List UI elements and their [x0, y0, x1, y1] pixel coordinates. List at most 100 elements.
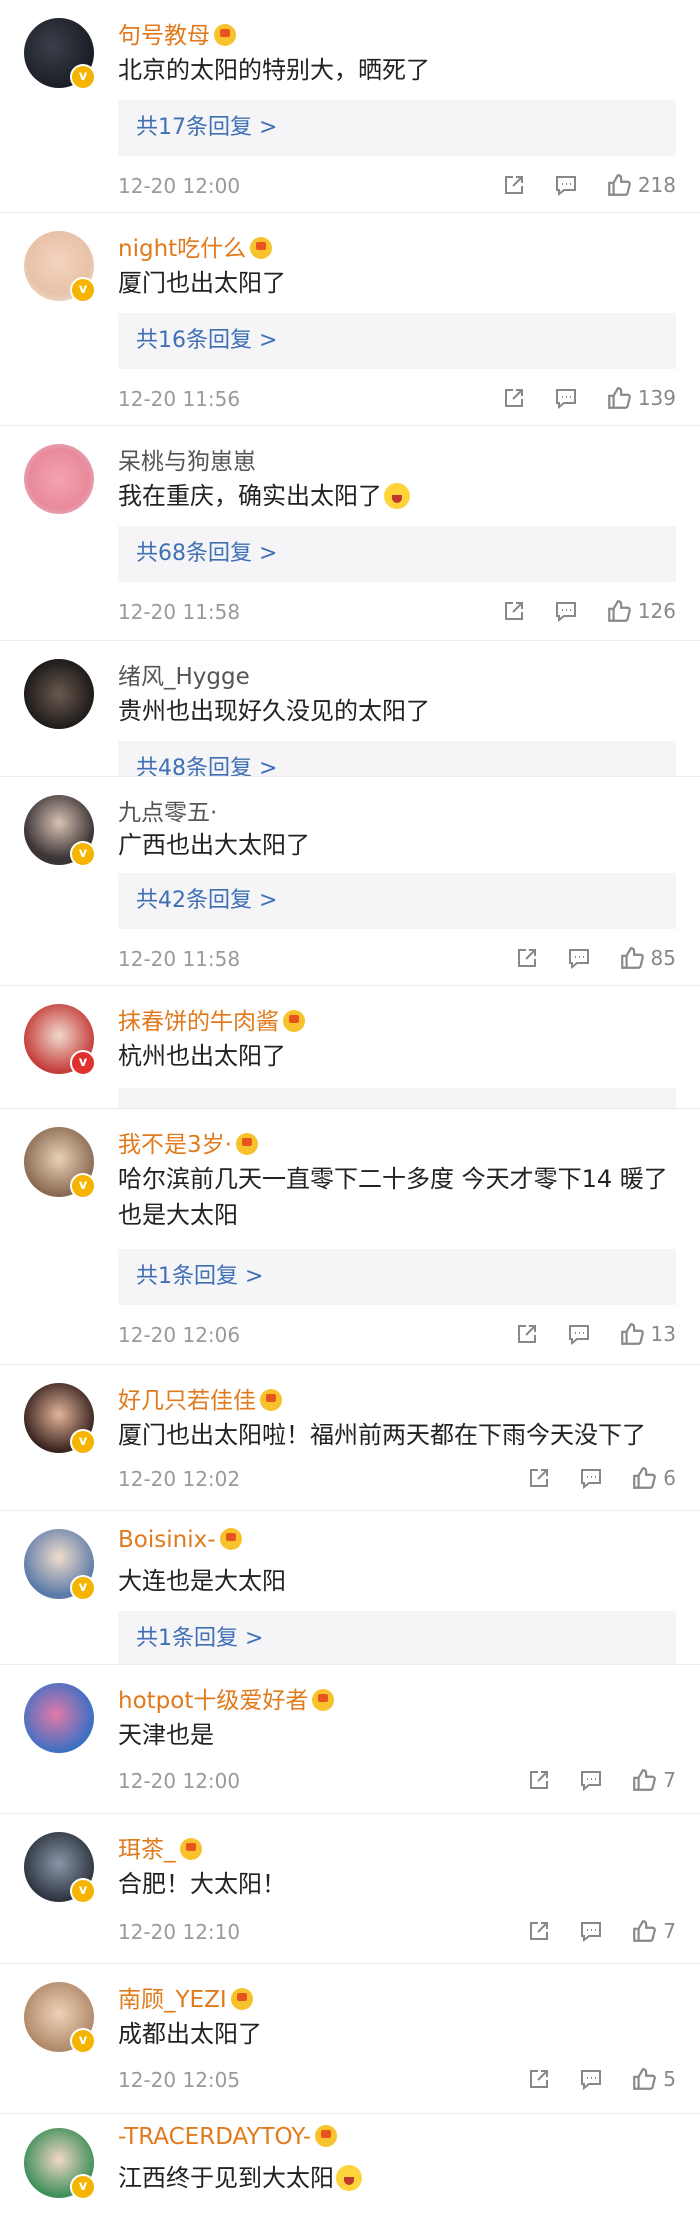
avatar[interactable]: [24, 444, 94, 514]
verified-badge-icon: v: [70, 2174, 96, 2200]
avatar[interactable]: v: [24, 1004, 96, 1076]
username[interactable]: 句号教母: [118, 16, 236, 50]
fan-medal-icon: [260, 1389, 282, 1411]
like-button[interactable]: 13: [619, 1321, 676, 1347]
comment-text: 广西也出大太阳了: [118, 831, 310, 859]
view-replies-button[interactable]: 共68条回复 >: [118, 526, 676, 582]
verified-badge-icon: v: [70, 1878, 96, 1904]
verified-badge-icon: v: [70, 1173, 96, 1199]
avatar[interactable]: [24, 659, 94, 729]
share-button[interactable]: [515, 946, 539, 970]
view-replies-button[interactable]: 共1条回复 >: [118, 1249, 676, 1305]
comment-item: v 南顾_YEZI 成都出太阳了 12-20 12:05 5: [0, 1964, 700, 2114]
comment-button[interactable]: [579, 1466, 603, 1490]
share-button[interactable]: [527, 1768, 551, 1792]
username[interactable]: 好几只若佳佳: [118, 1381, 282, 1415]
share-icon: [517, 1325, 536, 1343]
comment-icon: [555, 602, 576, 623]
fan-medal-icon: [315, 2125, 338, 2147]
username[interactable]: 珥茶_: [118, 1830, 202, 1864]
like-count: 85: [650, 946, 676, 970]
view-replies-button[interactable]: 共17条回复 >: [118, 100, 676, 156]
share-button[interactable]: [527, 1466, 551, 1490]
comment-feed: v 句号教母 北京的太阳的特别大，晒死了 共17条回复 > 12-20 12:0…: [0, 0, 700, 2212]
share-button[interactable]: [502, 599, 526, 623]
thumbs-up-icon: [620, 947, 644, 969]
avatar[interactable]: v: [24, 231, 96, 303]
comment-button[interactable]: [579, 1768, 603, 1792]
like-button[interactable]: 218: [606, 172, 676, 198]
fan-medal-icon: [283, 1010, 305, 1032]
comment-button[interactable]: [579, 1919, 603, 1943]
avatar[interactable]: v: [24, 1832, 96, 1904]
fan-medal-icon: [230, 1988, 253, 2010]
share-icon: [504, 602, 523, 620]
like-button[interactable]: 6: [631, 1465, 676, 1491]
share-icon: [504, 176, 523, 194]
avatar[interactable]: v: [24, 795, 96, 867]
username[interactable]: -TRACERDAYTOY-: [118, 2124, 338, 2150]
like-button[interactable]: 139: [606, 385, 676, 411]
username[interactable]: hotpot十级爱好者: [118, 1681, 335, 1715]
comment-item: 呆桃与狗崽崽 我在重庆，确实出太阳了 共68条回复 > 12-20 11:58 …: [0, 426, 700, 641]
username[interactable]: 我不是3岁·: [118, 1125, 258, 1159]
comment-button[interactable]: [554, 386, 578, 410]
comment-icon: [581, 1771, 602, 1792]
view-replies-button-partial[interactable]: [118, 1088, 676, 1108]
comment-text: 厦门也出太阳了: [118, 269, 286, 297]
fan-medal-icon: [235, 1133, 258, 1155]
like-button[interactable]: 7: [631, 1918, 676, 1944]
comment-text: 天津也是: [118, 1721, 214, 1749]
comment-item: v Boisinix- 大连也是大太阳 共1条回复 >: [0, 1511, 700, 1665]
comment-icon: [555, 389, 576, 410]
like-count: 6: [663, 1466, 676, 1490]
username[interactable]: 绪风_Hygge: [118, 657, 250, 691]
emoji-icon: [384, 483, 410, 509]
comment-button[interactable]: [554, 173, 578, 197]
like-count: 139: [637, 386, 676, 410]
like-button[interactable]: 126: [606, 598, 676, 624]
like-button[interactable]: 7: [631, 1767, 676, 1793]
share-icon: [530, 1922, 549, 1940]
action-bar: 13: [487, 1321, 676, 1347]
username[interactable]: 呆桃与狗崽崽: [118, 442, 256, 476]
avatar[interactable]: v: [24, 1127, 96, 1199]
comment-icon: [581, 1469, 602, 1490]
share-button[interactable]: [515, 1322, 539, 1346]
share-button[interactable]: [527, 1919, 551, 1943]
avatar[interactable]: [24, 1683, 94, 1753]
comment-button[interactable]: [579, 2067, 603, 2091]
thumbs-up-icon: [633, 1920, 657, 1942]
avatar[interactable]: v: [24, 1982, 96, 2054]
thumbs-up-icon: [607, 600, 631, 622]
avatar[interactable]: v: [24, 18, 96, 90]
username[interactable]: Boisinix-: [118, 1527, 242, 1553]
avatar[interactable]: v: [24, 1383, 96, 1455]
timestamp: 12-20 12:02: [118, 1467, 241, 1491]
view-replies-button[interactable]: 共1条回复 >: [118, 1611, 676, 1664]
avatar[interactable]: v: [24, 2128, 96, 2200]
comment-text: 我在重庆，确实出太阳了: [118, 478, 678, 514]
comment-item: v 好几只若佳佳 厦门也出太阳啦！福州前两天都在下雨今天没下了 12-20 12…: [0, 1365, 700, 1511]
username[interactable]: 南顾_YEZI: [118, 1980, 253, 2014]
comment-item: hotpot十级爱好者 天津也是 12-20 12:00 7: [0, 1665, 700, 1814]
thumbs-up-icon: [633, 1467, 657, 1489]
comment-button[interactable]: [554, 599, 578, 623]
comment-text: 哈尔滨前几天一直零下二十多度 今天才零下14 暖了 也是大太阳: [118, 1165, 668, 1229]
username[interactable]: 抹春饼的牛肉酱: [118, 1002, 305, 1036]
share-icon: [530, 2070, 549, 2088]
username[interactable]: night吃什么: [118, 229, 273, 263]
share-button[interactable]: [502, 386, 526, 410]
view-replies-button[interactable]: 共16条回复 >: [118, 313, 676, 369]
comment-button[interactable]: [567, 1322, 591, 1346]
like-button[interactable]: 5: [631, 2066, 676, 2092]
avatar[interactable]: v: [24, 1529, 96, 1601]
timestamp: 12-20 12:05: [118, 2068, 241, 2092]
share-button[interactable]: [502, 173, 526, 197]
username[interactable]: 九点零五·: [118, 793, 217, 827]
view-replies-button[interactable]: 共42条回复 >: [118, 873, 676, 929]
like-button[interactable]: 85: [619, 945, 676, 971]
share-button[interactable]: [527, 2067, 551, 2091]
view-replies-button[interactable]: 共48条回复 >: [118, 741, 676, 776]
comment-button[interactable]: [567, 946, 591, 970]
